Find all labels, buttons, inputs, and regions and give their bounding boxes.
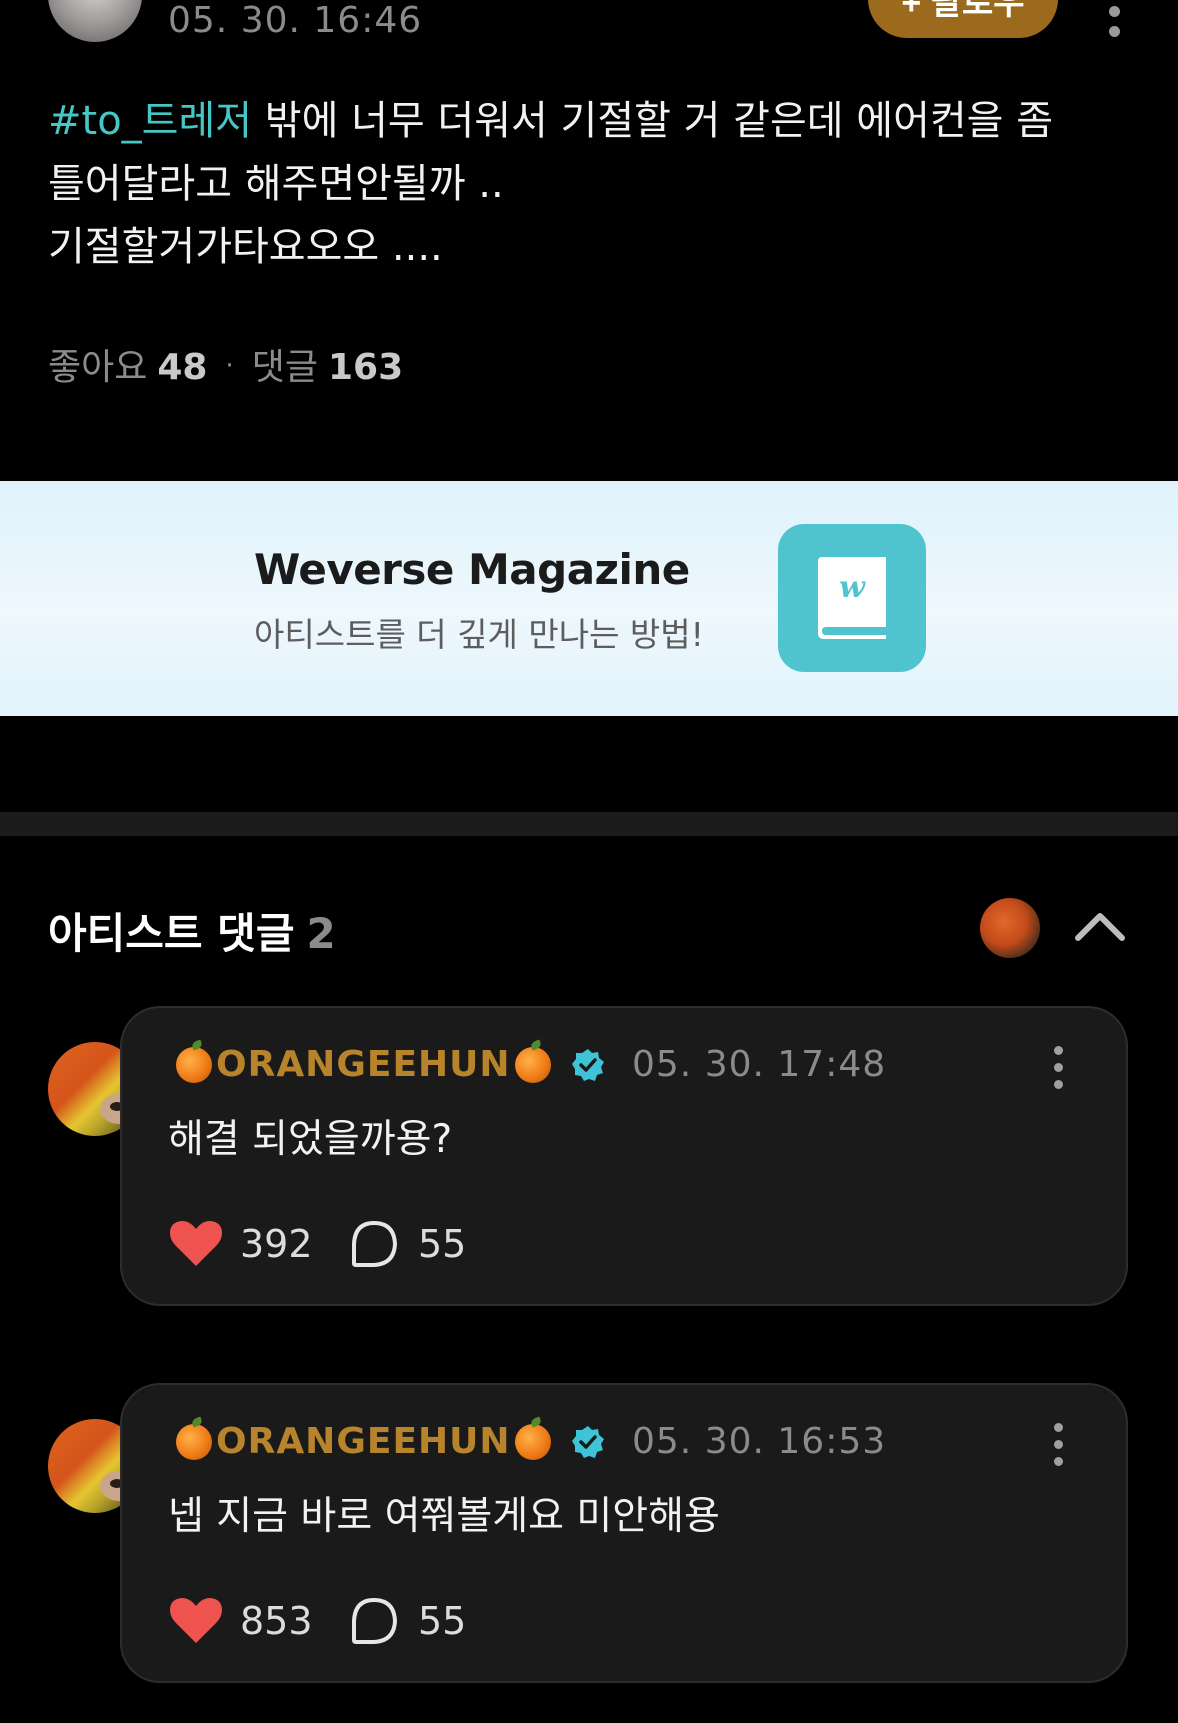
post-line-3: 기절할거가타요오오 .... — [48, 224, 443, 270]
follow-button-label: + 팔로우 — [901, 0, 1025, 22]
author-avatar[interactable] — [48, 0, 142, 42]
artist-comments-title: 아티스트 댓글 2 — [48, 900, 336, 961]
post-body: #to_트레저 밖에 너무 더워서 기절할 거 같은데 에어컨을 좀 틀어달라고… — [48, 90, 1128, 279]
post-more-icon[interactable] — [1104, 0, 1124, 37]
comment-more-icon[interactable] — [1050, 1423, 1066, 1471]
post-line-2: 틀어달라고 해주면안될까 .. — [48, 161, 504, 207]
comments-count: 163 — [328, 347, 404, 388]
weverse-magazine-icon: w — [778, 524, 926, 672]
section-divider — [0, 812, 1178, 836]
stats-separator: · — [225, 351, 234, 381]
banner-title: Weverse Magazine — [254, 545, 690, 594]
comment-like-count: 853 — [240, 1599, 313, 1643]
commenter-name-text: ORANGEEHUN — [216, 1421, 511, 1462]
verified-badge-icon — [571, 1048, 604, 1081]
artist-comments-label: 아티스트 댓글 — [48, 909, 295, 958]
artist-avatar-small[interactable] — [980, 898, 1040, 958]
commenter-name[interactable]: ORANGEEHUN — [172, 1421, 605, 1462]
likes-count: 48 — [157, 347, 208, 388]
weverse-magazine-banner[interactable] — [0, 481, 1178, 716]
reply-bubble-icon[interactable] — [350, 1220, 398, 1268]
post-stats: 좋아요 48 · 댓글 163 — [48, 338, 403, 390]
comment-like-count: 392 — [240, 1222, 313, 1266]
banner-subtitle: 아티스트를 더 깊게 만나는 방법! — [254, 615, 704, 654]
comment-timestamp: 05. 30. 16:53 — [632, 1421, 887, 1462]
hashtag-link[interactable]: #to_트레저 — [48, 98, 252, 144]
comment-text: 해결 되었을까용? — [168, 1117, 453, 1162]
commenter-name[interactable]: ORANGEEHUN — [172, 1044, 605, 1085]
heart-icon[interactable] — [170, 1220, 222, 1268]
follow-button[interactable]: + 팔로우 — [868, 0, 1058, 38]
book-icon: w — [818, 557, 886, 639]
commenter-name-text: ORANGEEHUN — [216, 1044, 511, 1085]
comment-reply-count: 55 — [418, 1222, 467, 1266]
heart-icon[interactable] — [170, 1597, 222, 1645]
comment-more-icon[interactable] — [1050, 1046, 1066, 1094]
post-line-1: 밖에 너무 더워서 기절할 거 같은데 에어컨을 좀 — [252, 98, 1053, 144]
verified-badge-icon — [571, 1425, 604, 1458]
comment-timestamp: 05. 30. 17:48 — [632, 1044, 887, 1085]
artist-comments-count: 2 — [306, 909, 336, 958]
orange-emoji-icon — [176, 1423, 212, 1460]
post-timestamp: 05. 30. 16:46 — [168, 0, 423, 41]
reply-bubble-icon[interactable] — [350, 1597, 398, 1645]
orange-emoji-icon — [514, 1046, 551, 1083]
likes-label: 좋아요 — [48, 347, 148, 388]
comment-reply-count: 55 — [418, 1599, 467, 1643]
svg-text:w: w — [839, 570, 866, 605]
orange-emoji-icon — [176, 1046, 212, 1083]
orange-emoji-icon — [514, 1423, 551, 1460]
comment-text: 넵 지금 바로 여쭤볼게요 미안해용 — [168, 1494, 720, 1539]
chevron-up-icon[interactable] — [1074, 908, 1126, 944]
comments-label: 댓글 — [251, 347, 318, 388]
